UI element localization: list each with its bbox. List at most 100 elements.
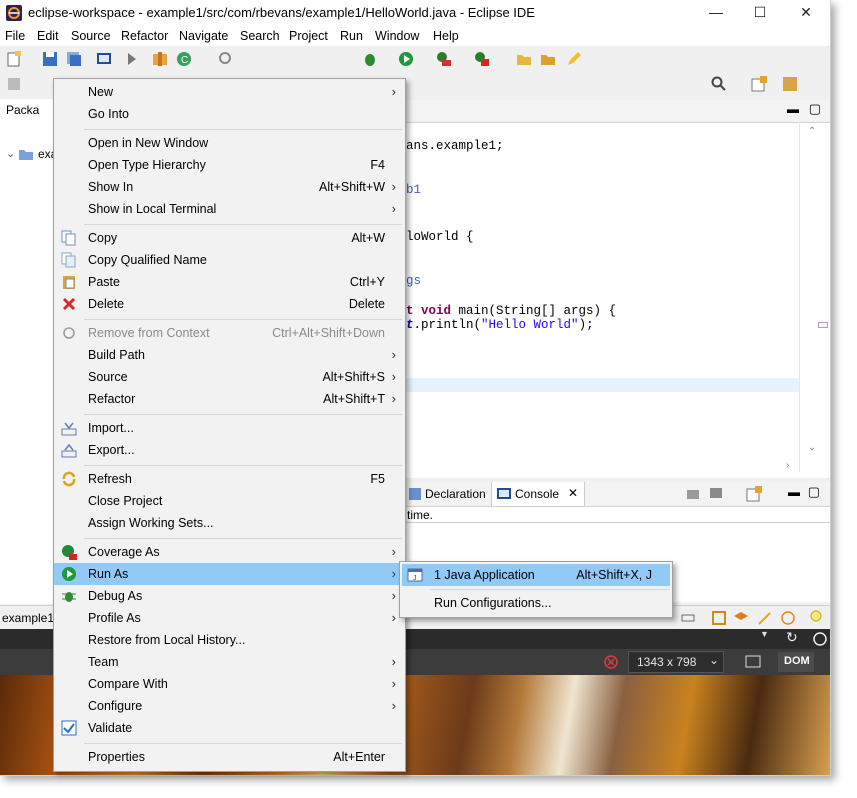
globe-icon[interactable] — [812, 631, 828, 647]
maximize-button[interactable]: ☐ — [737, 0, 783, 26]
package-explorer: Packa ⌄ exa — [0, 99, 57, 604]
menu-item-paste[interactable]: Paste Ctrl+Y — [54, 271, 405, 293]
menu-item-validate[interactable]: Validate — [54, 717, 405, 739]
menu-refactor[interactable]: Refactor — [121, 29, 168, 43]
menu-project[interactable]: Project — [289, 29, 328, 43]
menu-item-copy[interactable]: Copy Alt+W — [54, 227, 405, 249]
open-task-icon[interactable] — [540, 51, 556, 67]
menu-item-import[interactable]: Import... — [54, 417, 405, 439]
pencil-icon[interactable] — [566, 51, 582, 67]
menu-item-shortcut: F5 — [370, 472, 385, 486]
lightbulb-icon[interactable] — [808, 610, 824, 626]
save-all-icon[interactable] — [66, 51, 82, 67]
menu-item-open-in-new-window[interactable]: Open in New Window — [54, 132, 405, 154]
run-toolbar-icon[interactable] — [398, 51, 414, 67]
menu-item-remove-from-context[interactable]: Remove from Context Ctrl+Alt+Shift+Down — [54, 322, 405, 344]
menu-item-show-in-local-terminal[interactable]: Show in Local Terminal › — [54, 198, 405, 220]
history-icon[interactable] — [6, 76, 22, 92]
menu-item-new[interactable]: New › — [54, 81, 405, 103]
package-explorer-tab[interactable]: Packa — [6, 103, 39, 117]
menu-item-copy-qualified-name[interactable]: Copy Qualified Name — [54, 249, 405, 271]
menu-item-profile-as[interactable]: Profile As › — [54, 607, 405, 629]
menu-item-label: Show In — [88, 180, 134, 194]
close-tab-icon[interactable]: ✕ — [568, 486, 578, 500]
eclipse-logo-icon — [6, 5, 22, 21]
search-icon[interactable] — [711, 76, 727, 92]
menu-item-label: Debug As — [88, 589, 143, 603]
menu-item-debug-as[interactable]: Debug As › — [54, 585, 405, 607]
reload-icon[interactable]: ↻ — [786, 629, 798, 646]
scroll-down-icon[interactable]: ⌄ — [808, 442, 816, 453]
menu-item-refresh[interactable]: Refresh F5 — [54, 468, 405, 490]
tab-console-active[interactable]: Console ✕ — [491, 482, 585, 506]
maximize-view-icon[interactable]: ▢ — [809, 101, 821, 117]
toggle-icon[interactable] — [124, 51, 140, 67]
menu-edit[interactable]: Edit — [37, 29, 59, 43]
link-icon[interactable] — [680, 610, 696, 626]
screenshot-icon[interactable] — [745, 653, 761, 669]
pin-console-icon[interactable] — [685, 486, 701, 502]
collapse-icon[interactable]: ▼ — [760, 629, 769, 639]
menu-item-assign-working-sets[interactable]: Assign Working Sets... — [54, 512, 405, 534]
open-folder-icon[interactable] — [516, 51, 532, 67]
tree-expander-icon[interactable]: ⌄ — [6, 147, 15, 160]
menu-item-coverage-as[interactable]: Coverage As › — [54, 541, 405, 563]
menu-item-refactor[interactable]: Refactor Alt+Shift+T › — [54, 388, 405, 410]
menu-file[interactable]: File — [5, 29, 25, 43]
ruler-marker[interactable] — [818, 322, 828, 328]
save-icon[interactable] — [42, 51, 58, 67]
close-button[interactable]: ✕ — [783, 0, 829, 26]
debug-toolbar-icon[interactable] — [362, 51, 378, 67]
external-tools-icon[interactable] — [474, 51, 490, 67]
new-icon[interactable] — [6, 51, 22, 67]
menu-item-go-into[interactable]: Go Into — [54, 103, 405, 125]
terminal-icon[interactable] — [96, 51, 112, 67]
menu-item-compare-with[interactable]: Compare With › — [54, 673, 405, 695]
class-icon[interactable]: C — [176, 51, 192, 67]
chevron-right-icon: › — [391, 654, 396, 669]
menu-item-show-in[interactable]: Show In Alt+Shift+W › — [54, 176, 405, 198]
open-console-icon[interactable] — [746, 486, 762, 502]
menu-item-export[interactable]: Export... — [54, 439, 405, 461]
menu-item-configure[interactable]: Configure › — [54, 695, 405, 717]
submenu-java-application[interactable]: J 1 Java Application Alt+Shift+X, J — [402, 564, 670, 586]
scroll-up-icon[interactable]: ⌃ — [808, 126, 816, 137]
menu-item-team[interactable]: Team › — [54, 651, 405, 673]
menu-item-build-path[interactable]: Build Path › — [54, 344, 405, 366]
display-console-icon[interactable] — [708, 486, 724, 502]
menu-item-close-project[interactable]: Close Project — [54, 490, 405, 512]
graduation-cap-icon[interactable] — [733, 610, 749, 626]
java-ee-perspective-icon[interactable] — [782, 76, 798, 92]
menu-window[interactable]: Window — [375, 29, 419, 43]
menu-item-delete[interactable]: Delete Delete — [54, 293, 405, 315]
menu-item-run-as[interactable]: Run As › — [54, 563, 405, 585]
open-perspective-icon[interactable] — [751, 76, 767, 92]
scroll-right-icon[interactable]: › — [786, 460, 789, 471]
tab-declaration[interactable]: Declaration — [425, 487, 486, 501]
menu-help[interactable]: Help — [433, 29, 459, 43]
submenu-run-configurations[interactable]: Run Configurations... — [402, 592, 670, 614]
menu-search[interactable]: Search — [240, 29, 280, 43]
search-type-icon[interactable] — [218, 51, 234, 67]
maximize-console-icon[interactable]: ▢ — [808, 484, 820, 500]
smiley-icon[interactable] — [780, 610, 796, 626]
viewport-size-select[interactable]: 1343 x 798 ⌄ — [628, 651, 724, 673]
minimize-button[interactable]: — — [693, 0, 739, 26]
wand-icon[interactable] — [757, 610, 773, 626]
menu-item-open-type-hierarchy[interactable]: Open Type Hierarchy F4 — [54, 154, 405, 176]
package-icon[interactable] — [152, 51, 168, 67]
menu-item-source[interactable]: Source Alt+Shift+S › — [54, 366, 405, 388]
minimize-view-icon[interactable]: ▬ — [787, 102, 799, 116]
menu-item-properties[interactable]: Properties Alt+Enter — [54, 746, 405, 768]
menu-run[interactable]: Run — [340, 29, 363, 43]
coverage-toolbar-icon[interactable] — [436, 51, 452, 67]
console-icon — [497, 488, 511, 499]
code-editor[interactable]: ▬ ▢ ans.example1; b1 loWorld { gs t void… — [405, 100, 830, 478]
minimize-console-icon[interactable]: ▬ — [788, 485, 800, 499]
browser-tab-label[interactable]: example1 — [2, 611, 54, 625]
menu-navigate[interactable]: Navigate — [179, 29, 228, 43]
menu-source[interactable]: Source — [71, 29, 111, 43]
dom-tab[interactable]: DOM — [778, 652, 814, 672]
book-icon[interactable] — [711, 610, 727, 626]
menu-item-restore-from-local-history[interactable]: Restore from Local History... — [54, 629, 405, 651]
